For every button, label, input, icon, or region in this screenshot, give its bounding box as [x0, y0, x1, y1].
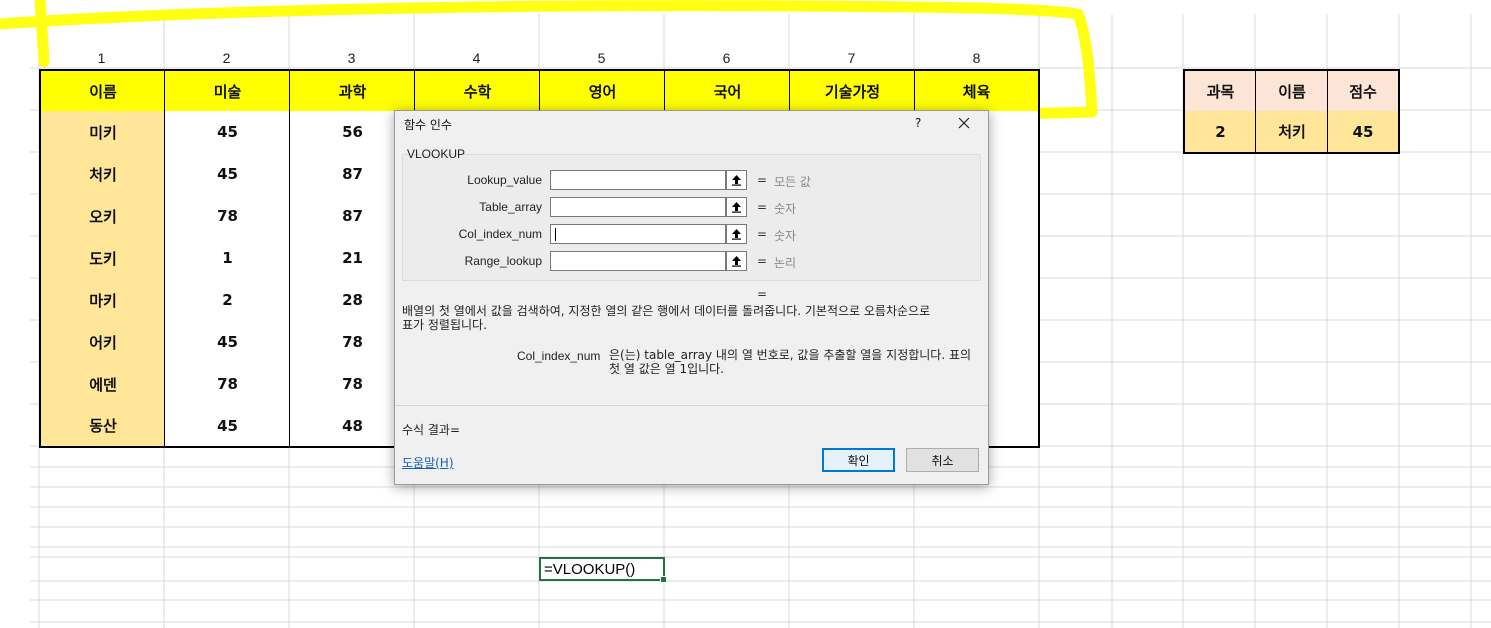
argument-description-name: Col_index_num — [517, 349, 601, 363]
column-number: 5 — [597, 50, 606, 66]
arg-equals: = — [757, 254, 768, 268]
lookup-header-cell[interactable]: 점수 — [1327, 69, 1400, 112]
score-cell[interactable]: 78 — [164, 363, 290, 406]
close-icon[interactable] — [951, 111, 977, 135]
column-number: 2 — [222, 50, 231, 66]
arg-type-hint: 모든 값 — [774, 175, 811, 189]
function-result-equals: = — [757, 287, 768, 301]
student-name-cell[interactable]: 마키 — [39, 279, 165, 322]
arg-label-col-index-num: Col_index_num — [458, 227, 542, 241]
table-header-cell[interactable]: 미술 — [164, 69, 290, 112]
function-name-label: VLOOKUP — [407, 147, 466, 161]
table-header-cell[interactable]: 기술가정 — [789, 69, 915, 112]
dialog-separator — [395, 405, 988, 406]
arg-type-hint: 숫자 — [774, 202, 797, 216]
score-cell[interactable]: 45 — [164, 111, 290, 154]
student-name-cell[interactable]: 오키 — [39, 195, 165, 238]
help-link[interactable]: 도움말(H) — [402, 454, 454, 471]
collapse-dialog-icon[interactable] — [726, 197, 747, 217]
argument-description: 은(는) table_array 내의 열 번호로, 값을 추출할 열을 지정합… — [609, 348, 972, 376]
lookup-header-cell[interactable]: 이름 — [1255, 69, 1328, 112]
table-header-cell[interactable]: 이름 — [39, 69, 165, 112]
table-header-cell[interactable]: 과학 — [289, 69, 415, 112]
help-question-button[interactable]: ? — [915, 116, 921, 130]
table-header-cell[interactable]: 영어 — [539, 69, 665, 112]
arg-type-hint: 논리 — [774, 256, 797, 270]
score-cell[interactable]: 45 — [164, 405, 290, 448]
table-header-cell[interactable]: 체육 — [914, 69, 1040, 112]
fill-handle[interactable] — [660, 576, 667, 583]
arg-input-range-lookup[interactable] — [550, 251, 726, 271]
formula-text: =VLOOKUP() — [544, 560, 636, 578]
student-name-cell[interactable]: 처키 — [39, 153, 165, 196]
lookup-value-cell[interactable]: 2 — [1183, 111, 1256, 154]
text-caret — [555, 228, 556, 241]
score-cell[interactable]: 78 — [164, 195, 290, 238]
collapse-dialog-icon[interactable] — [726, 251, 747, 271]
ok-button[interactable]: 확인 — [822, 448, 895, 472]
function-arguments-dialog: 함수 인수 ? VLOOKUP Lookup_value = 모든 값 Table_a… — [394, 110, 989, 485]
column-number: 6 — [722, 50, 731, 66]
arg-input-table-array[interactable] — [550, 197, 726, 217]
function-description: 배열의 첫 열에서 값을 검색하여, 지정한 열의 같은 행에서 데이터를 돌려… — [402, 304, 931, 332]
active-cell-formula[interactable]: =VLOOKUP() — [539, 557, 667, 583]
score-cell[interactable]: 45 — [164, 321, 290, 364]
collapse-dialog-icon[interactable] — [726, 170, 747, 190]
score-cell[interactable]: 2 — [164, 279, 290, 322]
dialog-title: 함수 인수 — [404, 118, 452, 132]
arg-label-range-lookup: Range_lookup — [464, 254, 542, 268]
column-number: 7 — [847, 50, 856, 66]
arg-input-lookup-value[interactable] — [550, 170, 726, 190]
arg-equals: = — [757, 200, 768, 214]
arg-type-hint: 숫자 — [774, 229, 797, 243]
lookup-value-cell[interactable]: 45 — [1327, 111, 1400, 154]
student-name-cell[interactable]: 에덴 — [39, 363, 165, 406]
student-name-cell[interactable]: 동산 — [39, 405, 165, 448]
column-number: 3 — [347, 50, 356, 66]
arg-label-lookup-value: Lookup_value — [467, 173, 542, 187]
formula-result-label: 수식 결과= — [402, 423, 461, 437]
collapse-dialog-icon[interactable] — [726, 224, 747, 244]
student-name-cell[interactable]: 어키 — [39, 321, 165, 364]
table-header-cell[interactable]: 수학 — [414, 69, 540, 112]
lookup-value-cell[interactable]: 처키 — [1255, 111, 1328, 154]
score-cell[interactable]: 45 — [164, 153, 290, 196]
student-name-cell[interactable]: 도키 — [39, 237, 165, 280]
arg-input-col-index-num[interactable] — [550, 224, 726, 244]
score-cell[interactable]: 1 — [164, 237, 290, 280]
arg-equals: = — [757, 227, 768, 241]
cancel-button[interactable]: 취소 — [906, 448, 979, 472]
lookup-header-cell[interactable]: 과목 — [1183, 69, 1256, 112]
column-number: 8 — [972, 50, 981, 66]
arg-label-table-array: Table_array — [479, 200, 542, 214]
student-name-cell[interactable]: 미키 — [39, 111, 165, 154]
column-number: 4 — [472, 50, 481, 66]
table-header-cell[interactable]: 국어 — [664, 69, 790, 112]
column-number: 1 — [97, 50, 106, 66]
arg-equals: = — [757, 173, 768, 187]
